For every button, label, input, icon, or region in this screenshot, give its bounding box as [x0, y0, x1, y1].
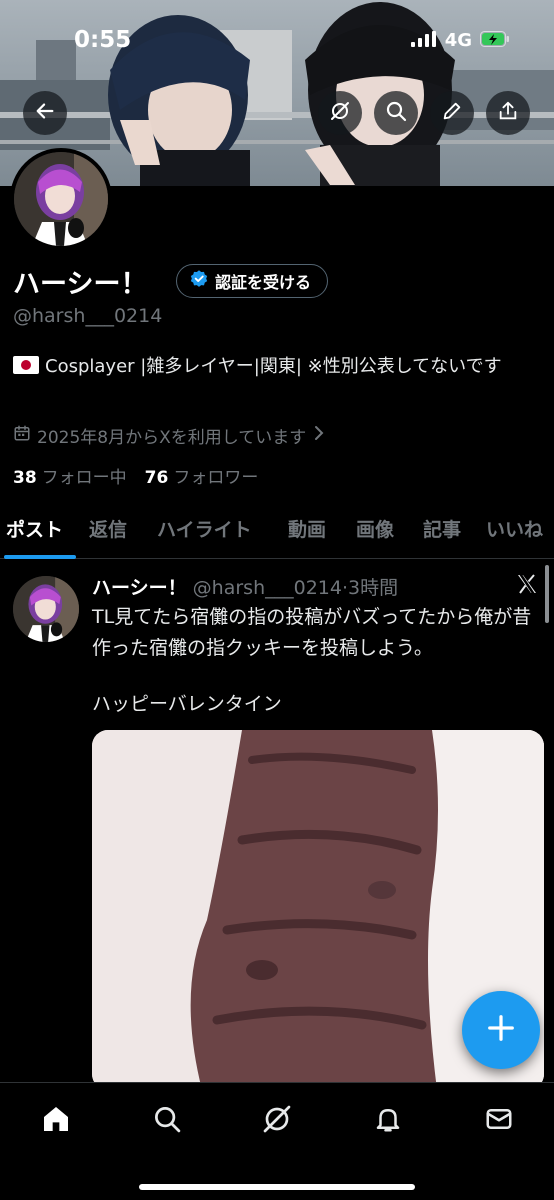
edit-button[interactable] [430, 91, 474, 135]
x-logo-icon [514, 572, 540, 600]
tab-posts[interactable]: ポスト [6, 515, 63, 542]
share-icon [497, 100, 519, 126]
compose-button[interactable] [462, 991, 540, 1069]
post-text: TL見てたら宿儺の指の投稿がバズってたから俺が昔作った宿儺の指クッキーを投稿しよ… [92, 606, 532, 659]
japan-flag-icon [13, 356, 39, 374]
active-tab-indicator [4, 555, 76, 559]
mail-icon [484, 1104, 514, 1138]
tab-replies[interactable]: 返信 [89, 515, 127, 542]
post-time[interactable]: 3時間 [348, 577, 398, 599]
follow-stats: 38 フォロー中 76 フォロワー [13, 463, 258, 488]
signal-icon [410, 30, 437, 51]
search-button[interactable] [374, 91, 418, 135]
followers-link[interactable]: 76 フォロワー [145, 463, 259, 488]
tab-likes[interactable]: いいね [486, 515, 543, 542]
home-icon [40, 1103, 72, 1139]
grok-button[interactable] [318, 91, 362, 135]
post-author-handle[interactable]: @harsh___0214 [193, 577, 342, 599]
nav-messages[interactable] [479, 1101, 519, 1141]
post-header: ハーシー！ @harsh___0214·3時間 [92, 573, 398, 600]
nav-notifications[interactable] [368, 1101, 408, 1141]
tab-articles[interactable]: 記事 [423, 515, 461, 542]
arrow-left-icon [34, 100, 56, 126]
post-text-line2: ハッピーバレンタイン [92, 693, 282, 715]
post-author-name[interactable]: ハーシー！ [92, 577, 187, 599]
calendar-icon [13, 424, 31, 447]
share-button[interactable] [486, 91, 530, 135]
battery-icon [480, 30, 510, 51]
bottom-navigation [0, 1082, 554, 1200]
profile-avatar[interactable] [10, 148, 112, 250]
tab-images[interactable]: 画像 [356, 515, 394, 542]
profile-handle: @harsh___0214 [13, 305, 163, 327]
profile-tabs: ポスト 返信 ハイライト 動画 画像 記事 いいね [0, 505, 554, 559]
followers-count: 76 [144, 468, 169, 488]
following-label: フォロー中 [41, 468, 127, 488]
grok-icon [261, 1103, 293, 1139]
joined-date[interactable]: 2025年8月からXを利用しています [13, 423, 326, 448]
plus-icon [486, 1013, 516, 1047]
home-indicator[interactable] [139, 1184, 415, 1190]
verified-badge-icon [189, 269, 209, 293]
status-bar: 0:55 4G [0, 0, 554, 80]
status-time: 0:55 [74, 27, 132, 53]
post-avatar-image [13, 576, 79, 642]
bell-icon [373, 1104, 403, 1138]
get-verified-label: 認証を受ける [215, 273, 312, 292]
avatar-image [14, 152, 108, 246]
grok-icon [328, 99, 352, 127]
following-count: 38 [13, 468, 37, 488]
joined-label: 2025年8月からXを利用しています [37, 428, 307, 448]
bio-text: Cosplayer |雑多レイヤー|関東| ※性別公表してないです [45, 356, 502, 377]
display-name: ハーシー！ [13, 269, 148, 300]
search-icon [384, 99, 408, 127]
profile-bio: Cosplayer |雑多レイヤー|関東| ※性別公表してないです [13, 352, 543, 381]
back-button[interactable] [23, 91, 67, 135]
search-icon [152, 1104, 182, 1138]
following-link[interactable]: 38 フォロー中 [13, 463, 127, 488]
nav-home[interactable] [36, 1101, 76, 1141]
post-author-avatar[interactable] [13, 576, 79, 642]
chevron-right-icon [312, 425, 326, 446]
nav-grok[interactable] [257, 1101, 297, 1141]
followers-label: フォロワー [173, 468, 259, 488]
scrollbar[interactable] [545, 565, 549, 623]
tab-highlights[interactable]: ハイライト [157, 515, 252, 542]
nav-search[interactable] [147, 1101, 187, 1141]
pencil-icon [441, 100, 463, 126]
network-type: 4G [444, 30, 472, 51]
get-verified-button[interactable]: 認証を受ける [176, 264, 329, 298]
tab-videos[interactable]: 動画 [288, 515, 326, 542]
